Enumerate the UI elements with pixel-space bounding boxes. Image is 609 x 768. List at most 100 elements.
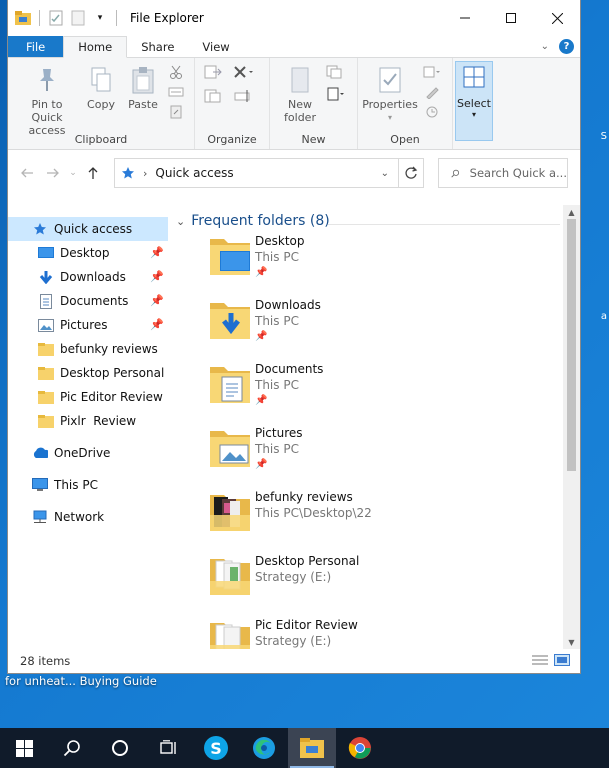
new-folder-button[interactable]: New folder [278, 64, 322, 124]
scroll-up-arrow-icon[interactable]: ▲ [563, 205, 580, 219]
desktop-icon-caption[interactable]: for unheat... Buying Guide [5, 674, 157, 688]
copy-icon [85, 64, 117, 96]
content-area: Quick access Desktop 📌 Downloads 📌 Docum… [8, 205, 580, 649]
nav-downloads[interactable]: Downloads 📌 [8, 265, 168, 289]
help-icon[interactable]: ? [559, 39, 574, 54]
address-location[interactable]: Quick access [155, 166, 233, 180]
nav-pixlr-review[interactable]: Pixlr Review [8, 409, 168, 433]
delete-icon[interactable] [233, 64, 253, 80]
organize-delete-rename-actions [233, 64, 253, 104]
edit-icon[interactable] [422, 84, 442, 100]
tab-view[interactable]: View [188, 36, 243, 57]
new-item-icon[interactable] [326, 64, 346, 80]
nav-desktop[interactable]: Desktop 📌 [8, 241, 168, 265]
up-arrow-icon[interactable] [80, 160, 106, 186]
scroll-down-arrow-icon[interactable]: ▼ [563, 635, 580, 649]
pictures-icon [38, 317, 54, 333]
pin-icon[interactable]: 📌 [150, 270, 164, 283]
frequent-folder-item[interactable]: Pictures This PC 📌 [208, 425, 548, 489]
frequent-folder-item[interactable]: Desktop Personal Strategy (E:) [208, 553, 548, 617]
forward-arrow-icon[interactable] [40, 160, 66, 186]
nav-quick-access[interactable]: Quick access [8, 217, 168, 241]
view-switcher [532, 654, 570, 669]
minimize-button[interactable] [442, 0, 488, 36]
start-button[interactable] [0, 728, 48, 768]
skype-taskbar-button[interactable]: S [192, 728, 240, 768]
folder-view: ⌄ Frequent folders (8) Desktop This PC 📌… [168, 205, 580, 649]
paste-shortcut-icon[interactable] [166, 104, 186, 120]
maximize-button[interactable] [488, 0, 534, 36]
open-icon[interactable] [422, 64, 442, 80]
copy-to-icon[interactable] [203, 88, 223, 104]
vertical-scrollbar[interactable]: ▲ ▼ [563, 205, 580, 649]
details-view-icon[interactable] [532, 654, 548, 669]
customize-toolbar-chevron-icon[interactable]: ▾ [91, 9, 109, 27]
move-to-icon[interactable] [203, 64, 223, 80]
nav-network[interactable]: Network [8, 505, 168, 529]
cortana-button[interactable] [96, 728, 144, 768]
tab-share[interactable]: Share [127, 36, 188, 57]
address-history-chevron-icon[interactable]: ⌄ [381, 168, 389, 179]
back-arrow-icon[interactable] [14, 160, 40, 186]
pin-to-quick-access-button[interactable]: Pin to Quick access [12, 64, 82, 137]
properties-quick-icon[interactable] [47, 9, 65, 27]
section-divider [328, 224, 560, 225]
history-icon[interactable] [422, 104, 442, 120]
window-controls [442, 0, 580, 36]
nav-desktop-label: Desktop [60, 246, 110, 260]
chrome-taskbar-button[interactable] [336, 728, 384, 768]
pin-icon[interactable]: 📌 [150, 294, 164, 307]
nav-onedrive[interactable]: OneDrive [8, 441, 168, 465]
scrollbar-thumb[interactable] [567, 219, 576, 471]
properties-button[interactable]: Properties ▾ [360, 64, 420, 124]
skype-icon: S [204, 736, 228, 760]
easy-access-icon[interactable] [326, 86, 346, 102]
nav-pictures[interactable]: Pictures 📌 [8, 313, 168, 337]
pin-icon[interactable]: 📌 [150, 318, 164, 331]
nav-pic-editor-review[interactable]: Pic Editor Review [8, 385, 168, 409]
collapse-chevron-icon[interactable]: ⌄ [176, 215, 185, 228]
frequent-folders-header[interactable]: ⌄ Frequent folders (8) [176, 213, 330, 229]
nav-befunky-reviews[interactable]: befunky reviews [8, 337, 168, 361]
tab-file[interactable]: File [8, 36, 64, 57]
paste-button[interactable]: Paste [124, 64, 162, 111]
close-button[interactable] [534, 0, 580, 36]
edge-taskbar-button[interactable] [240, 728, 288, 768]
properties-dropdown-icon[interactable]: ▾ [388, 111, 392, 124]
tab-home[interactable]: Home [63, 36, 128, 58]
breadcrumb-separator-icon[interactable]: › [143, 167, 147, 180]
task-view-button[interactable] [144, 728, 192, 768]
copy-path-icon[interactable] [166, 84, 186, 100]
nav-documents[interactable]: Documents 📌 [8, 289, 168, 313]
frequent-folder-item[interactable]: Downloads This PC 📌 [208, 297, 548, 361]
copy-button[interactable]: Copy [86, 64, 116, 111]
folder-location: This PC [255, 378, 299, 392]
frequent-folder-item[interactable]: Pic Editor Review Strategy (E:) [208, 617, 548, 649]
navigation-pane: Quick access Desktop 📌 Downloads 📌 Docum… [8, 205, 168, 649]
select-button[interactable]: Select ▾ [455, 61, 493, 141]
explorer-folder-icon[interactable] [14, 9, 32, 27]
ribbon-tabs: File Home Share View ⌄ ? [8, 36, 580, 58]
folder-location: Strategy (E:) [255, 634, 332, 648]
frequent-folder-item[interactable]: Desktop This PC 📌 [208, 233, 548, 297]
folder-location: This PC [255, 314, 299, 328]
large-icons-view-icon[interactable] [554, 654, 570, 669]
nav-desktop-personal[interactable]: Desktop Personal [8, 361, 168, 385]
rename-icon[interactable] [233, 88, 253, 104]
new-folder-quick-icon[interactable] [69, 9, 87, 27]
new-group-label: New [301, 133, 326, 146]
frequent-folder-item[interactable]: Documents This PC 📌 [208, 361, 548, 425]
recent-locations-chevron-icon[interactable]: ⌄ [66, 160, 80, 186]
search-box[interactable]: Search Quick a... [438, 158, 568, 188]
frequent-folder-item[interactable]: befunky reviews This PC\Desktop\22 [208, 489, 548, 553]
cut-icon[interactable] [166, 64, 186, 80]
folder-icon [38, 365, 54, 381]
nav-this-pc[interactable]: This PC [8, 473, 168, 497]
search-button[interactable] [48, 728, 96, 768]
refresh-button[interactable] [398, 158, 424, 188]
file-explorer-taskbar-button[interactable] [288, 728, 336, 768]
address-bar[interactable]: › Quick access ⌄ [114, 158, 424, 188]
expand-ribbon-chevron-icon[interactable]: ⌄ [541, 41, 549, 52]
pin-icon[interactable]: 📌 [150, 246, 164, 259]
